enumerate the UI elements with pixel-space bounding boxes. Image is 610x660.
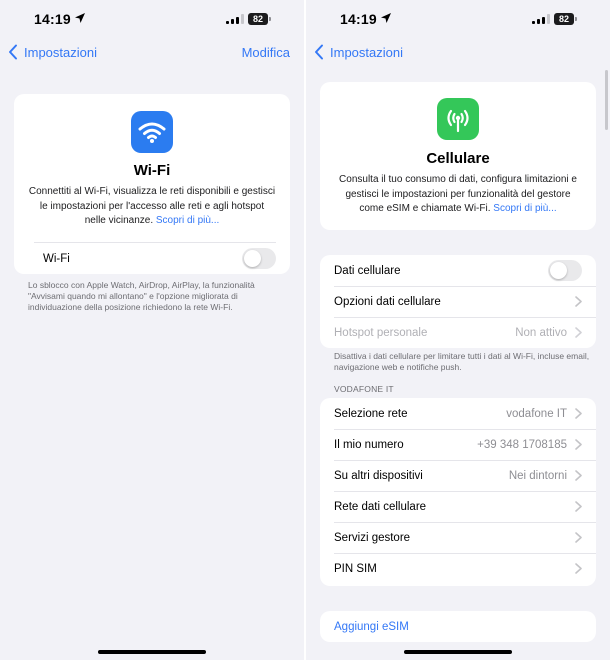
row-value: vodafone IT	[506, 407, 567, 420]
cellular-data-footnote: Disattiva i dati cellulare per limitare …	[334, 351, 590, 372]
chevron-right-icon	[575, 327, 582, 338]
chevron-right-icon	[575, 532, 582, 543]
wifi-row-label: Wi-Fi	[43, 252, 70, 265]
chevron-right-icon	[575, 296, 582, 307]
back-button[interactable]: Impostazioni	[8, 44, 97, 60]
wifi-toggle-row[interactable]: Wi-Fi	[14, 243, 290, 274]
cellular-info-card: Cellulare Consulta il tuo consumo di dat…	[320, 82, 596, 230]
battery-indicator: 82	[554, 13, 577, 25]
chevron-left-icon	[9, 44, 17, 60]
home-indicator	[404, 650, 512, 654]
card-description: Connettiti al Wi-Fi, visualizza le reti …	[28, 185, 276, 229]
carrier-group: Selezione rete vodafone IT Il mio numero…	[320, 398, 596, 586]
cellular-settings-screen: 14:19 82 Impostazioni Cellulare Consulta…	[306, 0, 610, 660]
list-row-opzioni-dati[interactable]: Opzioni dati cellulare	[320, 286, 596, 317]
battery-indicator: 82	[248, 13, 271, 25]
wifi-icon	[131, 111, 173, 153]
cellular-antenna-icon	[437, 98, 479, 140]
row-label: Hotspot personale	[334, 326, 428, 339]
add-esim-label: Aggiungi eSIM	[334, 620, 409, 633]
chevron-right-icon	[575, 470, 582, 481]
edit-button[interactable]: Modifica	[242, 44, 290, 62]
chevron-right-icon	[575, 563, 582, 574]
add-esim-button[interactable]: Aggiungi eSIM	[320, 611, 596, 642]
card-description-text: Connettiti al Wi-Fi, visualizza le reti …	[28, 186, 276, 226]
row-label: Servizi gestore	[334, 531, 411, 544]
wifi-toggle[interactable]	[242, 248, 276, 269]
navigation-bar: Impostazioni	[306, 44, 610, 64]
row-label: Il mio numero	[334, 438, 404, 451]
row-value: Non attivo	[515, 326, 567, 339]
row-value: +39 348 1708185	[477, 438, 567, 451]
row-label: Opzioni dati cellulare	[334, 295, 441, 308]
learn-more-link[interactable]: Scopri di più...	[493, 203, 556, 214]
list-row-dati-cellulare[interactable]: Dati cellulare	[320, 255, 596, 286]
location-arrow-icon	[381, 13, 391, 23]
row-label: Su altri dispositivi	[334, 469, 423, 482]
list-row-servizi-gestore[interactable]: Servizi gestore	[320, 522, 596, 553]
list-row-altri-dispositivi[interactable]: Su altri dispositivi Nei dintorni	[320, 460, 596, 491]
list-row-pin-sim[interactable]: PIN SIM	[320, 553, 596, 584]
cellular-data-toggle[interactable]	[548, 260, 582, 281]
row-label: Dati cellulare	[334, 264, 401, 277]
wifi-settings-screen: 14:19 82 Impostazioni Modifica Wi-Fi Con…	[0, 0, 304, 660]
row-value: Nei dintorni	[508, 469, 567, 482]
learn-more-link[interactable]: Scopri di più...	[156, 215, 219, 226]
cellular-signal-icon	[226, 14, 244, 24]
status-bar: 14:19 82	[306, 0, 610, 40]
chevron-left-icon	[315, 44, 323, 60]
back-label: Impostazioni	[330, 44, 403, 60]
card-title: Cellulare	[426, 150, 490, 167]
list-row-rete-dati[interactable]: Rete dati cellulare	[320, 491, 596, 522]
cellular-data-group: Dati cellulare Opzioni dati cellulare Ho…	[320, 255, 596, 348]
chevron-right-icon	[575, 501, 582, 512]
card-description: Consulta il tuo consumo di dati, configu…	[334, 173, 582, 217]
back-label: Impostazioni	[24, 44, 97, 60]
row-label: Selezione rete	[334, 407, 408, 420]
card-title: Wi-Fi	[133, 162, 171, 179]
status-time: 14:19	[34, 11, 71, 27]
add-esim-group: Aggiungi eSIM	[320, 611, 596, 642]
row-label: PIN SIM	[334, 562, 377, 575]
home-indicator	[98, 650, 206, 654]
chevron-right-icon	[575, 408, 582, 419]
chevron-right-icon	[575, 439, 582, 450]
wifi-footnote: Lo sblocco con Apple Watch, AirDrop, Air…	[28, 280, 255, 312]
navigation-bar: Impostazioni Modifica	[0, 44, 304, 64]
status-bar: 14:19 82	[0, 0, 304, 40]
status-time: 14:19	[340, 11, 377, 27]
location-arrow-icon	[75, 13, 85, 23]
list-row-hotspot[interactable]: Hotspot personale Non attivo	[320, 317, 596, 348]
list-row-selezione-rete[interactable]: Selezione rete vodafone IT	[320, 398, 596, 429]
wifi-info-card: Wi-Fi Connettiti al Wi-Fi, visualizza le…	[14, 94, 290, 274]
section-header: VODAFONE IT	[334, 384, 394, 394]
scrollbar[interactable]	[605, 70, 608, 130]
row-label: Rete dati cellulare	[334, 500, 427, 513]
cellular-signal-icon	[532, 14, 550, 24]
list-row-mio-numero[interactable]: Il mio numero +39 348 1708185	[320, 429, 596, 460]
back-button[interactable]: Impostazioni	[314, 44, 403, 60]
